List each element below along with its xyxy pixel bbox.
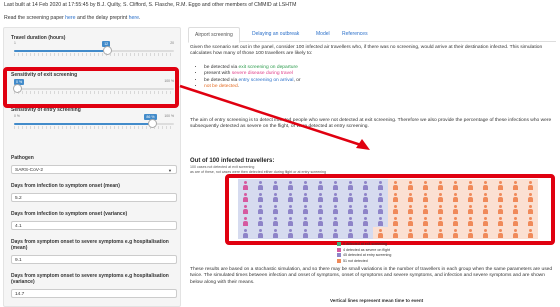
highlight-arrow xyxy=(179,84,370,150)
pathogen-value: SARS-CoV-2 xyxy=(15,168,43,173)
severe-variance-label: Days from symptom onset to severe sympto… xyxy=(11,273,169,285)
read-paper-line: Read the screening paper here and the de… xyxy=(4,15,140,21)
preprint-link[interactable]: here xyxy=(129,15,139,21)
legend-undetected: 51 not detected xyxy=(337,259,391,265)
travel-duration-slider[interactable]: 1 20 12 xyxy=(14,41,174,57)
pathogen-select[interactable]: SARS-CoV-2 ▼ xyxy=(11,165,177,174)
pathogen-label: Pathogen xyxy=(11,155,34,161)
grid-highlight xyxy=(225,174,555,245)
travel-duration-label: Travel duration (hours) xyxy=(11,35,66,41)
read-suffix: . xyxy=(139,15,141,21)
results-heading: Out of 100 infected travellers: xyxy=(190,158,275,164)
footer-paragraph: These results are based on a stochastic … xyxy=(190,267,553,285)
travel-min: 1 xyxy=(14,41,16,45)
vertical-lines-note: Vertical lines represent mean time to ev… xyxy=(330,298,424,303)
entry-sensitivity-slider[interactable]: 0 % 100 % 86 % xyxy=(14,114,174,130)
onset-mean-input[interactable]: 5.2 xyxy=(11,193,177,202)
tab-delaying-outbreak[interactable]: Delaying an outbreak xyxy=(246,27,305,41)
entry-min: 0 % xyxy=(14,114,20,118)
onset-variance-label: Days from infection to symptom onset (va… xyxy=(11,211,128,217)
severe-variance-input[interactable]: 14.7 xyxy=(11,289,177,298)
intro-paragraph: Given the scenario set out in the panel,… xyxy=(190,45,543,57)
read-mid: and the delay preprint xyxy=(75,15,129,21)
onset-mean-label: Days from infection to symptom onset (me… xyxy=(11,183,120,189)
entry-max: 100 % xyxy=(164,114,174,118)
read-prefix: Read the screening paper xyxy=(4,15,66,21)
exit-screening-highlight xyxy=(3,67,179,108)
travel-max: 20 xyxy=(170,41,174,45)
onset-variance-input[interactable]: 4.1 xyxy=(11,221,177,230)
tab-airport-screening[interactable]: Airport screening xyxy=(188,27,240,43)
results-note-1: 100 cases not detected at exit screening xyxy=(190,165,255,169)
tab-references[interactable]: References xyxy=(336,27,374,41)
last-built-text: Last built at 14 Feb 2020 at 17:55:45 by… xyxy=(4,2,297,8)
grid-legend: 0 detected at exit screening 4 detected … xyxy=(337,242,391,264)
severe-mean-input[interactable]: 9.1 xyxy=(11,255,177,264)
main-tabs: Airport screening Delaying an outbreak M… xyxy=(188,27,556,43)
chevron-down-icon: ▼ xyxy=(168,168,172,173)
paper-link[interactable]: here xyxy=(65,15,75,21)
severe-mean-label: Days from symptom onset to severe sympto… xyxy=(11,239,169,251)
tab-model[interactable]: Model xyxy=(310,27,336,41)
